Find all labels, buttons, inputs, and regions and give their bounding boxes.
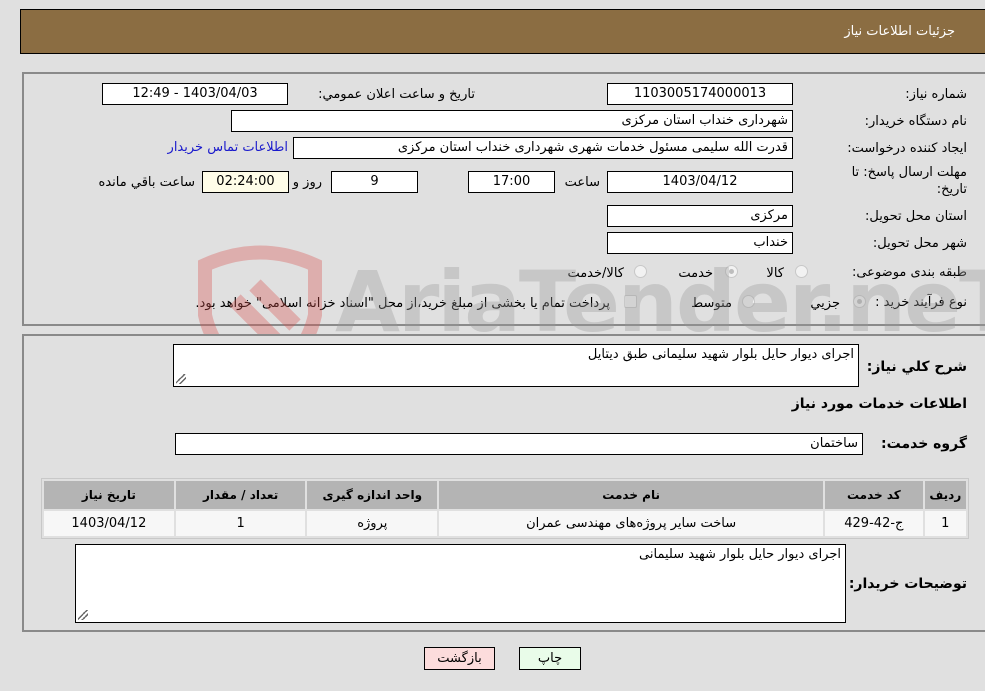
purchase-minor-label: جزیي <box>810 296 840 311</box>
category-label: طبقه بندی موضوعی: <box>851 265 967 280</box>
deadline-time-label: ساعت <box>564 175 600 190</box>
remaining-time-field: 02:24:00 <box>202 171 289 193</box>
delivery-city-label: شهر محل تحویل: <box>872 236 967 251</box>
cell-need-date: 1403/04/12 <box>44 511 174 536</box>
summary-textarea[interactable]: اجرای دیوار حایل بلوار شهید سلیمانی طبق … <box>173 344 859 387</box>
service-group-field: ساختمان <box>175 433 863 455</box>
requester-label: ایجاد کننده درخواست: <box>847 141 967 156</box>
buyer-contact-link[interactable]: اطلاعات تماس خریدار <box>168 140 288 155</box>
summary-text: اجرای دیوار حایل بلوار شهید سلیمانی طبق … <box>587 347 854 362</box>
col-unit: واحد اندازه گيری <box>307 481 438 509</box>
requester-field: قدرت الله سلیمی مسئول خدمات شهری شهرداری… <box>293 137 793 159</box>
table-row: 1 ج-42-429 ساخت سایر پروژه‌های مهندسی عم… <box>44 511 966 536</box>
purchase-minor-radio[interactable] <box>853 295 866 308</box>
purchase-medium-radio[interactable] <box>742 295 755 308</box>
deadline-label-line1: مهلت ارسال پاسخ: تا <box>851 165 967 180</box>
resize-grip-icon[interactable] <box>78 610 88 620</box>
announce-datetime-label: تاریخ و ساعت اعلان عمومي: <box>318 87 475 102</box>
purchase-type-label: نوع فرآیند خرید : <box>875 295 967 310</box>
buyer-notes-textarea[interactable]: اجرای دیوار حایل بلوار شهید سلیمانی <box>75 544 846 623</box>
buyer-notes-text: اجرای دیوار حایل بلوار شهید سلیمانی <box>639 547 841 562</box>
category-service-label: خدمت <box>678 266 713 281</box>
table-header-row: رديف کد خدمت نام خدمت واحد اندازه گيری ت… <box>44 481 966 509</box>
summary-label: شرح کلي نياز: <box>866 359 967 375</box>
need-number-field: 1103005174000013 <box>607 83 793 105</box>
announce-datetime-field: 1403/04/03 - 12:49 <box>102 83 288 105</box>
deadline-time-field: 17:00 <box>468 171 555 193</box>
cell-service-name: ساخت سایر پروژه‌های مهندسی عمران <box>439 511 824 536</box>
purchase-medium-label: متوسط <box>691 296 732 311</box>
col-row-number: رديف <box>924 481 966 509</box>
cell-row-number: 1 <box>924 511 966 536</box>
category-service-radio[interactable] <box>725 265 738 278</box>
col-service-code: کد خدمت <box>825 481 923 509</box>
category-goods-service-label: کالا/خدمت <box>567 266 624 281</box>
buyer-notes-label: توضيحات خريدار: <box>848 576 967 592</box>
deadline-date-field: 1403/04/12 <box>607 171 793 193</box>
category-goods-radio[interactable] <box>795 265 808 278</box>
page-header: جزئیات اطلاعات نیاز <box>20 9 985 54</box>
days-label: روز و <box>292 175 322 190</box>
remaining-days-field: 9 <box>331 171 418 193</box>
category-goods-label: کالا <box>766 266 784 281</box>
col-service-name: نام خدمت <box>439 481 824 509</box>
back-button[interactable]: بازگشت <box>424 647 495 670</box>
col-quantity: تعداد / مقدار <box>175 481 306 509</box>
cell-quantity: 1 <box>175 511 306 536</box>
cell-service-code: ج-42-429 <box>825 511 923 536</box>
treasury-bonds-note: پرداخت تمام یا بخشی از مبلغ خرید،از محل … <box>195 296 610 311</box>
need-number-label: شماره نیاز: <box>905 87 967 102</box>
print-button[interactable]: چاپ <box>519 647 581 670</box>
resize-grip-icon[interactable] <box>176 374 186 384</box>
delivery-province-field: مرکزی <box>607 205 793 227</box>
delivery-city-field: خنداب <box>607 232 793 254</box>
service-group-label: گروه خدمت: <box>881 436 967 452</box>
category-goods-service-radio[interactable] <box>634 265 647 278</box>
remaining-time-label: ساعت باقي مانده <box>98 175 195 190</box>
treasury-bonds-checkbox[interactable] <box>624 295 637 308</box>
delivery-province-label: استان محل تحویل: <box>865 209 967 224</box>
cell-unit: پروژه <box>307 511 438 536</box>
buyer-org-label: نام دستگاه خریدار: <box>864 114 967 129</box>
page-title: جزئیات اطلاعات نیاز <box>844 24 955 39</box>
services-heading: اطلاعات خدمات مورد نياز <box>791 396 967 412</box>
buyer-org-field: شهرداری خنداب استان مرکزی <box>231 110 793 132</box>
services-table: رديف کد خدمت نام خدمت واحد اندازه گيری ت… <box>41 478 969 539</box>
col-need-date: تاريخ نياز <box>44 481 174 509</box>
deadline-label-line2: تاریخ: <box>936 182 967 197</box>
